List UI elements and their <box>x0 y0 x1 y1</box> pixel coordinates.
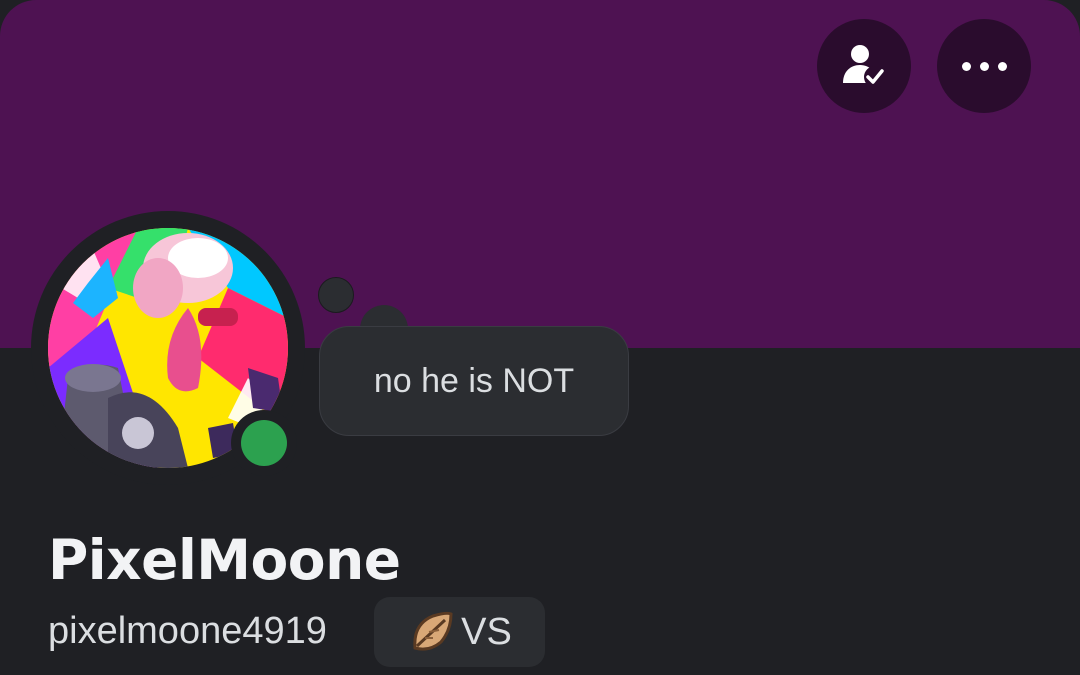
friend-status-button[interactable] <box>817 19 911 113</box>
display-name: PixelMoone <box>48 528 401 592</box>
more-options-button[interactable] <box>937 19 1031 113</box>
server-tag-text: VS <box>461 610 512 653</box>
status-indicator-ring <box>231 410 297 476</box>
online-status-dot <box>241 420 287 466</box>
username: pixelmoone4919 <box>48 610 327 652</box>
custom-status-text: no he is NOT <box>373 361 575 400</box>
thought-bubble-dot-small <box>318 277 354 313</box>
leaf-icon <box>413 611 453 651</box>
custom-status-bubble[interactable]: no he is NOT <box>319 326 629 436</box>
server-tag[interactable]: VS <box>374 597 545 667</box>
friend-check-icon <box>843 45 886 88</box>
more-horizontal-icon <box>961 61 1007 71</box>
profile-page: no he is NOT PixelMoone pixelmoone4919 V… <box>0 0 1080 675</box>
